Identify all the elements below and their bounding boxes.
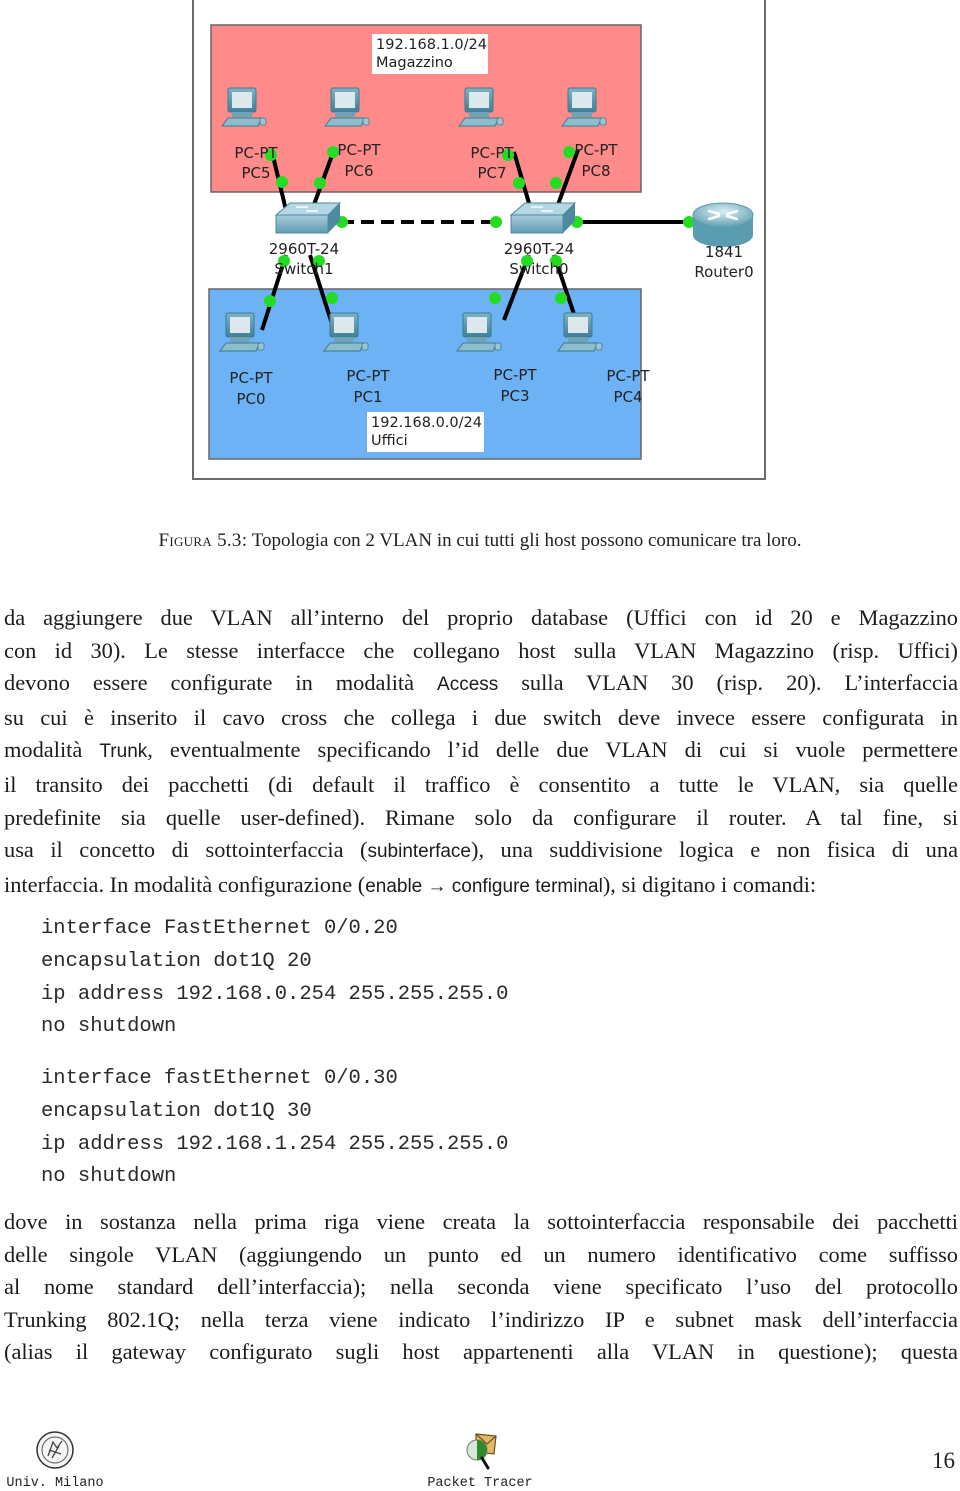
text-run: devono essere configurate in modalità (4, 670, 438, 696)
text-line: con id 30). Le stesse interfacce che col… (4, 635, 958, 668)
pc-name-label: PC6 (344, 162, 373, 180)
text-line: al nome standard dell’interfaccia); nell… (4, 1271, 958, 1304)
switch-name-label: Switch0 (509, 260, 568, 278)
text-line: modalità Trunk, eventualmente specifican… (4, 734, 958, 769)
text-line: il transito dei pacchetti (di default il… (4, 769, 958, 802)
text-run: delle singole VLAN (aggiungendo un punto… (4, 1241, 958, 1267)
text-line: devono essere configurate in modalità Ac… (4, 667, 958, 702)
pc-name-label: PC3 (500, 387, 529, 405)
text-run: , eventualmente specificando l’id delle … (147, 737, 958, 763)
pc-name-label: PC7 (477, 164, 506, 182)
pc-name-label: PC8 (581, 162, 610, 180)
body-paragraph-2: dove in sostanza nella prima riga viene … (4, 1206, 958, 1369)
university-seal-icon (36, 1431, 74, 1469)
text-line: (alias il gateway configurato sugli host… (4, 1336, 958, 1369)
text-run: Trunking 802.1Q; nella terza viene indic… (4, 1306, 958, 1332)
text-line: delle singole VLAN (aggiungendo un punto… (4, 1239, 958, 1272)
text-run: sulla VLAN 30 (risp. 20). L’interfaccia (498, 670, 959, 696)
text-run: ), si digitano i comandi: (602, 871, 817, 897)
vlan-subnet-magazzino: 192.168.1.0/24 (376, 37, 487, 53)
text-run: il transito dei pacchetti (di default il… (4, 771, 958, 797)
code-line: ip address 192.168.1.254 255.255.255.0 (41, 1132, 509, 1156)
code-line: ip address 192.168.0.254 255.255.255.0 (41, 982, 509, 1006)
text-line: Trunking 802.1Q; nella terza viene indic… (4, 1304, 958, 1337)
pc-type-label: PC-PT (234, 144, 278, 162)
code-block-vlan20: interface FastEthernet 0/0.20 encapsulati… (41, 913, 508, 1044)
pc-type-label: PC-PT (574, 141, 618, 159)
body-paragraph-1: da aggiungere due VLAN all’interno del p… (4, 602, 958, 903)
pc-name-label: PC4 (613, 388, 642, 406)
vlan-subnet-uffici: 192.168.0.0/24 (371, 415, 482, 431)
switch-icon[interactable] (274, 202, 342, 234)
footer-center: Packet Tracer (420, 1430, 540, 1491)
pc-type-label: PC-PT (337, 141, 381, 159)
footer-university-label: Univ. Milano (6, 1476, 104, 1491)
vlan-label-magazzino: 192.168.1.0/24 Magazzino (372, 34, 488, 74)
text-run: dove in sostanza nella prima riga viene … (4, 1209, 958, 1234)
code-block-vlan30: interface fastEthernet 0/0.30 encapsulati… (41, 1063, 508, 1194)
text-line: usa il concetto di sottointerfaccia (sub… (4, 834, 958, 869)
switch-icon[interactable] (509, 202, 577, 234)
vlan-name-magazzino: Magazzino (376, 55, 453, 71)
page-number: 16 (932, 1448, 955, 1473)
footer-title-label: Packet Tracer (427, 1476, 533, 1491)
inline-keyword: Trunk (99, 741, 148, 763)
switch-model-label: 2960T-24 (504, 240, 574, 258)
pc-type-label: PC-PT (606, 367, 650, 385)
network-topology-diagram: 192.168.1.0/24 Magazzino 192.168.0.0/24 … (208, 24, 754, 460)
router-icon[interactable] (692, 202, 754, 247)
router-model-label: 1841 (705, 243, 743, 261)
text-run: ), una suddivisione logica e non fisica … (471, 837, 959, 863)
footer-left: Univ. Milano (0, 1430, 110, 1491)
text-line: interfaccia. In modalità configurazione … (4, 869, 958, 904)
text-run: con id 30). Le stesse interfacce che col… (4, 637, 958, 663)
figure-caption: Figura 5.3: Topologia con 2 VLAN in cui … (0, 530, 960, 552)
figure-caption-label: Figura 5.3: (158, 530, 248, 551)
text-line: da aggiungere due VLAN all’interno del p… (4, 602, 958, 635)
text-run: (alias il gateway configurato sugli host… (4, 1339, 958, 1365)
code-line: no shutdown (41, 1015, 177, 1039)
vlan-label-uffici: 192.168.0.0/24 Uffici (367, 412, 484, 452)
text-line: dove in sostanza nella prima riga viene … (4, 1206, 958, 1239)
text-run: su cui è inserito il cavo cross che coll… (4, 704, 958, 730)
text-run: predefinite sia quelle user-defined). Ri… (4, 804, 958, 830)
code-line: encapsulation dot1Q 30 (41, 1099, 312, 1123)
text-line: su cui è inserito il cavo cross che coll… (4, 702, 958, 735)
text-run: interfaccia. In modalità configurazione … (4, 871, 366, 897)
inline-keyword: Access (437, 674, 499, 696)
pc-name-label: PC0 (236, 390, 265, 408)
pc-type-label: PC-PT (229, 369, 273, 387)
pc-name-label: PC1 (353, 388, 382, 406)
switch-model-label: 2960T-24 (269, 240, 339, 258)
code-line: encapsulation dot1Q 20 (41, 949, 312, 973)
inline-keyword: subinterface (367, 841, 471, 863)
code-line: interface fastEthernet 0/0.30 (41, 1067, 398, 1090)
text-run: usa il concetto di sottointerfaccia ( (4, 837, 368, 863)
switch-name-label: Switch1 (274, 260, 333, 278)
vlan-name-uffici: Uffici (371, 433, 408, 449)
text-run: da aggiungere due VLAN all’interno del p… (4, 605, 958, 630)
figure-caption-text: Topologia con 2 VLAN in cui tutti gli ho… (251, 530, 802, 551)
pc-name-label: PC5 (241, 164, 270, 182)
text-run: modalità (4, 737, 100, 763)
router-name-label: Router0 (694, 263, 753, 281)
code-line: interface FastEthernet 0/0.20 (41, 917, 398, 940)
pc-type-label: PC-PT (470, 144, 514, 162)
inline-keyword: enable → configure terminal (365, 875, 603, 897)
code-line: no shutdown (41, 1165, 177, 1189)
pc-type-label: PC-PT (346, 367, 390, 385)
packet-tracer-icon (466, 1433, 497, 1470)
text-line: predefinite sia quelle user-defined). Ri… (4, 802, 958, 835)
figure-frame: 192.168.1.0/24 Magazzino 192.168.0.0/24 … (192, 0, 766, 480)
text-run: al nome standard dell’interfaccia); nell… (4, 1274, 958, 1300)
pc-type-label: PC-PT (493, 366, 537, 384)
